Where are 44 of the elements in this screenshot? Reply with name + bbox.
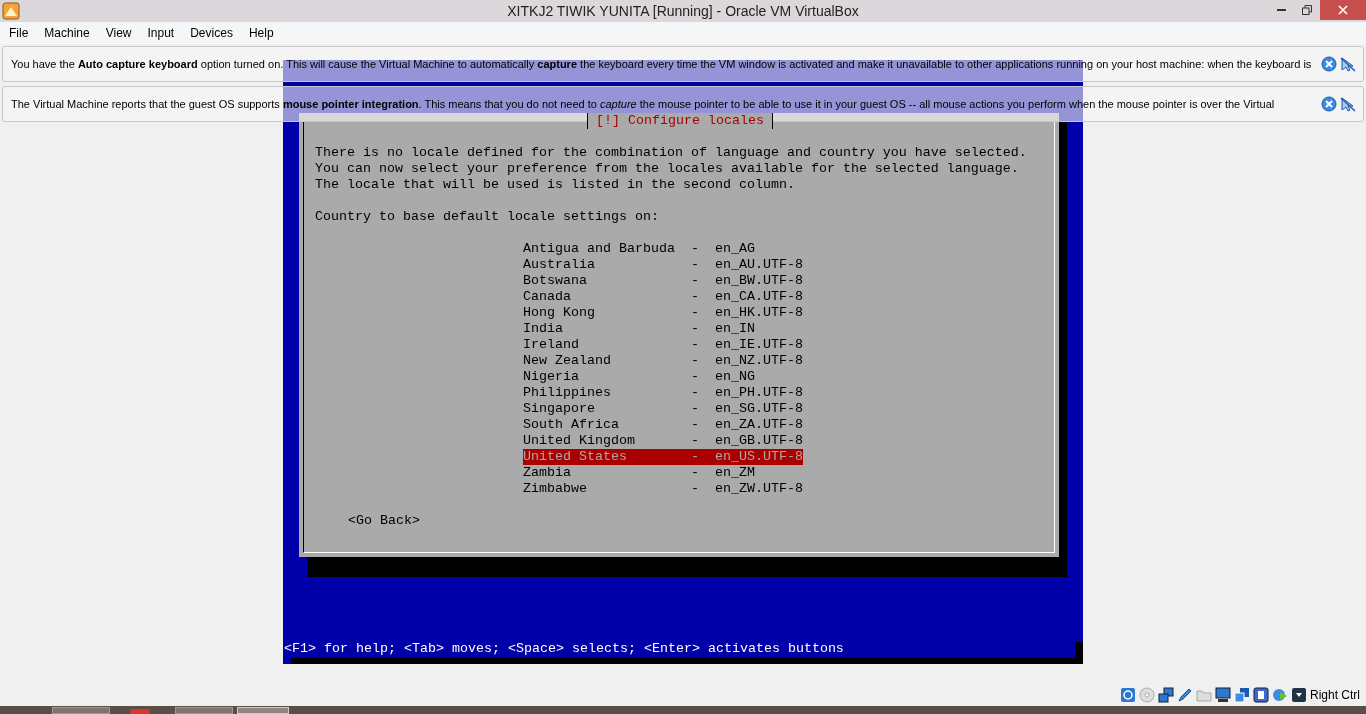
dialog-message: There is no locale defined for the combination of language and country you have selected. You can now select your preference from the locales available for the selected language. The locale that will be used is listed in the second column. — [315, 145, 1027, 193]
locale-option[interactable]: Botswana - en_BW.UTF-8 — [523, 273, 803, 289]
app-logo-icon — [2, 2, 20, 20]
locale-option[interactable]: Ireland - en_IE.UTF-8 — [523, 337, 803, 353]
pen-icon[interactable] — [1177, 687, 1193, 703]
monitor-icon[interactable] — [1215, 687, 1231, 703]
window-title: XITKJ2 TIWIK YUNITA [Running] - Oracle VM VirtualBox — [506, 1, 860, 21]
chip-icon[interactable] — [1253, 687, 1269, 703]
locale-option[interactable]: Hong Kong - en_HK.UTF-8 — [523, 305, 803, 321]
locale-option[interactable]: Zambia - en_ZM — [523, 465, 755, 481]
restore-icon — [1302, 5, 1312, 15]
menu-item[interactable]: Help — [240, 23, 282, 43]
locale-option[interactable]: Antigua and Barbuda - en_AG — [523, 241, 755, 257]
locale-option[interactable]: Zimbabwe - en_ZW.UTF-8 — [523, 481, 803, 497]
locale-option[interactable]: United States - en_US.UTF-8 — [523, 449, 803, 465]
locale-option[interactable]: United Kingdom - en_GB.UTF-8 — [523, 433, 803, 449]
locale-option[interactable]: Canada - en_CA.UTF-8 — [523, 289, 803, 305]
close-icon[interactable] — [1321, 56, 1337, 72]
pointer-slash-icon[interactable] — [1339, 56, 1357, 72]
menu-item[interactable]: Machine — [36, 23, 98, 43]
menu-item[interactable]: Input — [139, 23, 183, 43]
dialog-title: [!] Configure locales — [587, 113, 773, 129]
notification-message: You have the Auto capture keyboard option turned on. This will cause the Virtual Machine to automatically capture the keyboard every time the VM window is activated and make it unavailable to other applications running on your host machine: when the keyboard is — [11, 56, 1313, 72]
close-icon[interactable] — [1321, 96, 1337, 112]
go-back-button[interactable]: <Go Back> — [348, 513, 420, 529]
menu-item[interactable]: View — [97, 23, 140, 43]
locale-option[interactable]: Philippines - en_PH.UTF-8 — [523, 385, 803, 401]
menu-item[interactable]: Devices — [182, 23, 241, 43]
notification-message: The Virtual Machine reports that the guest OS supports mouse pointer integration. This means that you do not need to capture the mouse pointer to be able to use it in your guest OS -- all mouse actions you perform when the mouse pointer is over the Virtual — [11, 96, 1276, 112]
disk-icon[interactable] — [1120, 687, 1136, 703]
locale-option[interactable]: South Africa - en_ZA.UTF-8 — [523, 417, 803, 433]
locale-option[interactable]: Nigeria - en_NG — [523, 369, 755, 385]
locale-option[interactable]: Singapore - en_SG.UTF-8 — [523, 401, 803, 417]
minimize-icon — [1276, 9, 1286, 11]
close-icon — [1338, 5, 1348, 15]
network-icon[interactable] — [1158, 687, 1174, 703]
menu-item[interactable]: File — [1, 23, 37, 43]
pointer-slash-icon[interactable] — [1339, 96, 1357, 112]
locale-option[interactable]: Australia - en_AU.UTF-8 — [523, 257, 803, 273]
locale-option[interactable]: India - en_IN — [523, 321, 755, 337]
locale-option[interactable]: New Zealand - en_NZ.UTF-8 — [523, 353, 803, 369]
windows-icon[interactable] — [1234, 687, 1250, 703]
host-key-label: Right Ctrl — [1310, 687, 1360, 704]
prompt-text: Country to base default locale settings on: — [315, 209, 660, 225]
